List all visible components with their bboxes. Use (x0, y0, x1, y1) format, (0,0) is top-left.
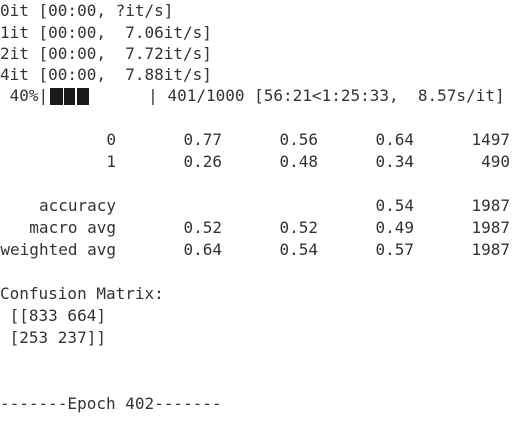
console-output: 0it [00:00, ?it/s] 1it [00:00, 7.06it/s]… (0, 0, 528, 415)
report-f1: 0.57 (375, 240, 414, 259)
report-recall: 0.52 (279, 218, 318, 237)
report-f1: 0.34 (375, 152, 414, 171)
confusion-row: [253 237]] (0, 328, 106, 347)
log-line: 4it [00:00, 7.88it/s] (0, 65, 212, 84)
report-recall: 0.48 (279, 152, 318, 171)
report-row-macro-avg: macro avg 0.52 0.52 0.49 1987 (0, 217, 528, 239)
report-label: weighted avg (0, 240, 116, 259)
report-precision: 0.52 (183, 218, 222, 237)
report-label: macro avg (29, 218, 116, 237)
confusion-title: Confusion Matrix: (0, 284, 164, 303)
report-support: 1987 (471, 218, 510, 237)
progress-line: 40%| | 401/1000 [56:21<1:25:33, 8.57s/it… (0, 85, 528, 107)
report-label: 0 (106, 130, 116, 149)
progress-suffix: | 401/1000 [56:21<1:25:33, 8.57s/it] (148, 86, 505, 105)
confusion-row: [[833 664] (0, 306, 106, 325)
report-recall: 0.56 (279, 130, 318, 149)
report-f1: 0.49 (375, 218, 414, 237)
progress-bar (50, 87, 146, 105)
progress-bar-segment (62, 87, 65, 105)
report-f1: 0.54 (375, 196, 414, 215)
report-support: 490 (481, 152, 510, 171)
report-support: 1987 (471, 240, 510, 259)
report-row-weighted-avg: weighted avg 0.64 0.54 0.57 1987 (0, 239, 528, 261)
report-row-accuracy: accuracy 0.54 1987 (0, 195, 528, 217)
report-support: 1497 (471, 130, 510, 149)
progress-percent: 40%| (0, 86, 49, 105)
log-line: 0it [00:00, ?it/s] (0, 1, 174, 20)
report-support: 1987 (471, 196, 510, 215)
report-row-class-0: 0 0.77 0.56 0.64 1497 (0, 129, 528, 151)
log-line: 1it [00:00, 7.06it/s] (0, 23, 212, 42)
progress-bar-fill (50, 87, 89, 105)
progress-bar-segment (75, 87, 77, 105)
report-row-class-1: 1 0.26 0.48 0.34 490 (0, 151, 528, 173)
log-line: 2it [00:00, 7.72it/s] (0, 44, 212, 63)
report-label: accuracy (38, 196, 116, 215)
report-precision: 0.64 (183, 240, 222, 259)
epoch-line: -------Epoch 402------- (0, 394, 222, 413)
report-label: 1 (106, 152, 116, 171)
report-recall: 0.54 (279, 240, 318, 259)
report-precision: 0.77 (183, 130, 222, 149)
report-precision: 0.26 (183, 152, 222, 171)
report-f1: 0.64 (375, 130, 414, 149)
